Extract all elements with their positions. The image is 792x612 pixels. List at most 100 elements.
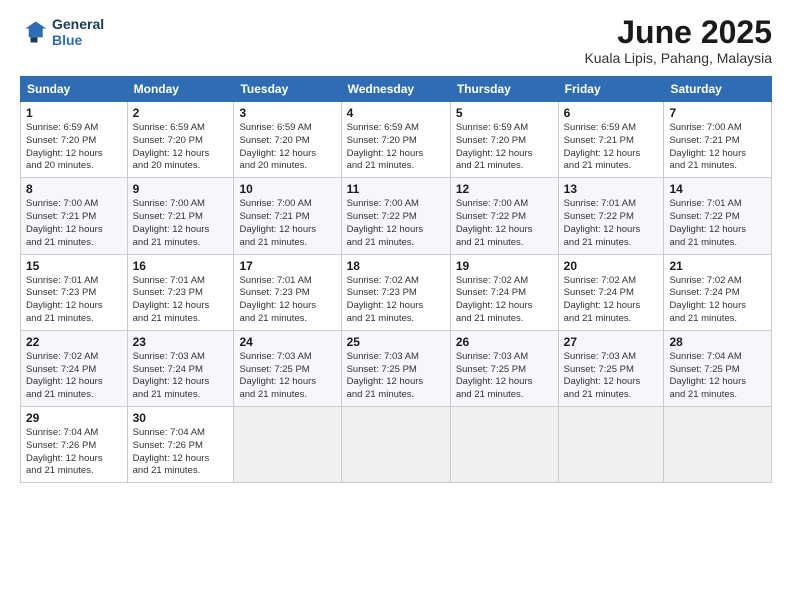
calendar-cell: 4Sunrise: 6:59 AM Sunset: 7:20 PM Daylig…: [341, 102, 450, 178]
calendar-week-row: 29 Sunrise: 7:04 AM Sunset: 7:26 PM Dayli…: [21, 407, 772, 483]
location-subtitle: Kuala Lipis, Pahang, Malaysia: [584, 50, 772, 66]
day-number: 20: [564, 259, 659, 273]
day-number: 8: [26, 182, 122, 196]
calendar-cell: [450, 407, 558, 483]
day-info: Sunrise: 7:02 AM Sunset: 7:24 PM Dayligh…: [669, 275, 766, 326]
day-number: 3: [239, 106, 335, 120]
day-number: 24: [239, 335, 335, 349]
day-info: Sunrise: 7:00 AM Sunset: 7:21 PM Dayligh…: [239, 198, 335, 249]
day-number: 17: [239, 259, 335, 273]
calendar-cell: 13 Sunrise: 7:01 AM Sunset: 7:22 PM Dayli…: [558, 178, 664, 254]
day-number: 7: [669, 106, 766, 120]
day-info: Sunrise: 7:04 AM Sunset: 7:25 PM Dayligh…: [669, 351, 766, 402]
day-number: 9: [133, 182, 229, 196]
col-friday: Friday: [558, 77, 664, 102]
calendar-cell: 3Sunrise: 6:59 AM Sunset: 7:20 PM Daylig…: [234, 102, 341, 178]
day-number: 29: [26, 411, 122, 425]
calendar-week-row: 1 Sunrise: 6:59 AM Sunset: 7:20 PM Daylig…: [21, 102, 772, 178]
day-info: Sunrise: 7:00 AM Sunset: 7:22 PM Dayligh…: [347, 198, 445, 249]
calendar-cell: 9 Sunrise: 7:00 AM Sunset: 7:21 PM Daylig…: [127, 178, 234, 254]
calendar-cell: [234, 407, 341, 483]
day-info: Sunrise: 7:01 AM Sunset: 7:23 PM Dayligh…: [26, 275, 122, 326]
calendar-cell: 20 Sunrise: 7:02 AM Sunset: 7:24 PM Dayli…: [558, 254, 664, 330]
day-info: Sunrise: 7:01 AM Sunset: 7:23 PM Dayligh…: [239, 275, 335, 326]
day-info: Sunrise: 7:03 AM Sunset: 7:25 PM Dayligh…: [347, 351, 445, 402]
day-number: 14: [669, 182, 766, 196]
day-info: Sunrise: 7:03 AM Sunset: 7:24 PM Dayligh…: [133, 351, 229, 402]
title-block: June 2025 Kuala Lipis, Pahang, Malaysia: [584, 16, 772, 66]
day-number: 5: [456, 106, 553, 120]
calendar-cell: 7 Sunrise: 7:00 AM Sunset: 7:21 PM Daylig…: [664, 102, 772, 178]
col-monday: Monday: [127, 77, 234, 102]
calendar-header-row: Sunday Monday Tuesday Wednesday Thursday…: [21, 77, 772, 102]
calendar-cell: 27Sunrise: 7:03 AM Sunset: 7:25 PM Dayli…: [558, 330, 664, 406]
logo: General Blue: [20, 16, 104, 48]
calendar-cell: 23 Sunrise: 7:03 AM Sunset: 7:24 PM Dayli…: [127, 330, 234, 406]
day-number: 23: [133, 335, 229, 349]
calendar-cell: 18Sunrise: 7:02 AM Sunset: 7:23 PM Dayli…: [341, 254, 450, 330]
calendar-cell: 22 Sunrise: 7:02 AM Sunset: 7:24 PM Dayli…: [21, 330, 128, 406]
day-number: 6: [564, 106, 659, 120]
day-number: 12: [456, 182, 553, 196]
day-info: Sunrise: 7:03 AM Sunset: 7:25 PM Dayligh…: [239, 351, 335, 402]
day-number: 26: [456, 335, 553, 349]
calendar-cell: 2Sunrise: 6:59 AM Sunset: 7:20 PM Daylig…: [127, 102, 234, 178]
calendar-cell: 28 Sunrise: 7:04 AM Sunset: 7:25 PM Dayli…: [664, 330, 772, 406]
day-number: 10: [239, 182, 335, 196]
day-info: Sunrise: 7:02 AM Sunset: 7:24 PM Dayligh…: [456, 275, 553, 326]
calendar-cell: 1Sunrise: 6:59 AM Sunset: 7:20 PM Daylig…: [21, 102, 128, 178]
calendar-cell: 16 Sunrise: 7:01 AM Sunset: 7:23 PM Dayli…: [127, 254, 234, 330]
day-number: 30: [133, 411, 229, 425]
day-info: Sunrise: 7:02 AM Sunset: 7:23 PM Dayligh…: [347, 275, 445, 326]
calendar-week-row: 15 Sunrise: 7:01 AM Sunset: 7:23 PM Dayli…: [21, 254, 772, 330]
day-info: Sunrise: 7:00 AM Sunset: 7:22 PM Dayligh…: [456, 198, 553, 249]
day-number: 28: [669, 335, 766, 349]
month-title: June 2025: [584, 16, 772, 48]
day-info: Sunrise: 7:02 AM Sunset: 7:24 PM Dayligh…: [564, 275, 659, 326]
day-number: 15: [26, 259, 122, 273]
col-saturday: Saturday: [664, 77, 772, 102]
day-info: Sunrise: 6:59 AM Sunset: 7:20 PM Dayligh…: [133, 122, 229, 173]
calendar-cell: 30 Sunrise: 7:04 AM Sunset: 7:26 PM Dayli…: [127, 407, 234, 483]
logo-text: General Blue: [52, 16, 104, 48]
day-info: Sunrise: 7:03 AM Sunset: 7:25 PM Dayligh…: [564, 351, 659, 402]
calendar-cell: 26Sunrise: 7:03 AM Sunset: 7:25 PM Dayli…: [450, 330, 558, 406]
calendar-cell: 25 Sunrise: 7:03 AM Sunset: 7:25 PM Dayli…: [341, 330, 450, 406]
day-number: 21: [669, 259, 766, 273]
calendar-cell: 5 Sunrise: 6:59 AM Sunset: 7:20 PM Daylig…: [450, 102, 558, 178]
col-tuesday: Tuesday: [234, 77, 341, 102]
day-info: Sunrise: 7:04 AM Sunset: 7:26 PM Dayligh…: [26, 427, 122, 478]
day-number: 22: [26, 335, 122, 349]
day-info: Sunrise: 7:04 AM Sunset: 7:26 PM Dayligh…: [133, 427, 229, 478]
day-info: Sunrise: 6:59 AM Sunset: 7:20 PM Dayligh…: [456, 122, 553, 173]
calendar-cell: 12 Sunrise: 7:00 AM Sunset: 7:22 PM Dayli…: [450, 178, 558, 254]
day-number: 11: [347, 182, 445, 196]
day-info: Sunrise: 6:59 AM Sunset: 7:20 PM Dayligh…: [347, 122, 445, 173]
day-number: 25: [347, 335, 445, 349]
calendar-body: 1 Sunrise: 6:59 AM Sunset: 7:20 PM Daylig…: [21, 102, 772, 483]
calendar-cell: 15 Sunrise: 7:01 AM Sunset: 7:23 PM Dayli…: [21, 254, 128, 330]
day-number: 1: [26, 106, 122, 120]
day-info: Sunrise: 7:00 AM Sunset: 7:21 PM Dayligh…: [26, 198, 122, 249]
day-info: Sunrise: 7:02 AM Sunset: 7:24 PM Dayligh…: [26, 351, 122, 402]
calendar-week-row: 22 Sunrise: 7:02 AM Sunset: 7:24 PM Dayli…: [21, 330, 772, 406]
day-number: 13: [564, 182, 659, 196]
day-number: 19: [456, 259, 553, 273]
calendar-page: General Blue June 2025 Kuala Lipis, Paha…: [0, 0, 792, 612]
col-wednesday: Wednesday: [341, 77, 450, 102]
day-info: Sunrise: 7:01 AM Sunset: 7:22 PM Dayligh…: [564, 198, 659, 249]
calendar-cell: 21 Sunrise: 7:02 AM Sunset: 7:24 PM Dayli…: [664, 254, 772, 330]
calendar-cell: [341, 407, 450, 483]
calendar-cell: 8 Sunrise: 7:00 AM Sunset: 7:21 PM Daylig…: [21, 178, 128, 254]
calendar-cell: 17 Sunrise: 7:01 AM Sunset: 7:23 PM Dayli…: [234, 254, 341, 330]
day-info: Sunrise: 7:01 AM Sunset: 7:23 PM Dayligh…: [133, 275, 229, 326]
col-sunday: Sunday: [21, 77, 128, 102]
day-info: Sunrise: 7:00 AM Sunset: 7:21 PM Dayligh…: [133, 198, 229, 249]
calendar-cell: 24 Sunrise: 7:03 AM Sunset: 7:25 PM Dayli…: [234, 330, 341, 406]
logo-icon: [20, 18, 48, 46]
day-number: 16: [133, 259, 229, 273]
calendar-table: Sunday Monday Tuesday Wednesday Thursday…: [20, 76, 772, 483]
calendar-cell: [558, 407, 664, 483]
header: General Blue June 2025 Kuala Lipis, Paha…: [20, 16, 772, 66]
day-info: Sunrise: 7:00 AM Sunset: 7:21 PM Dayligh…: [669, 122, 766, 173]
